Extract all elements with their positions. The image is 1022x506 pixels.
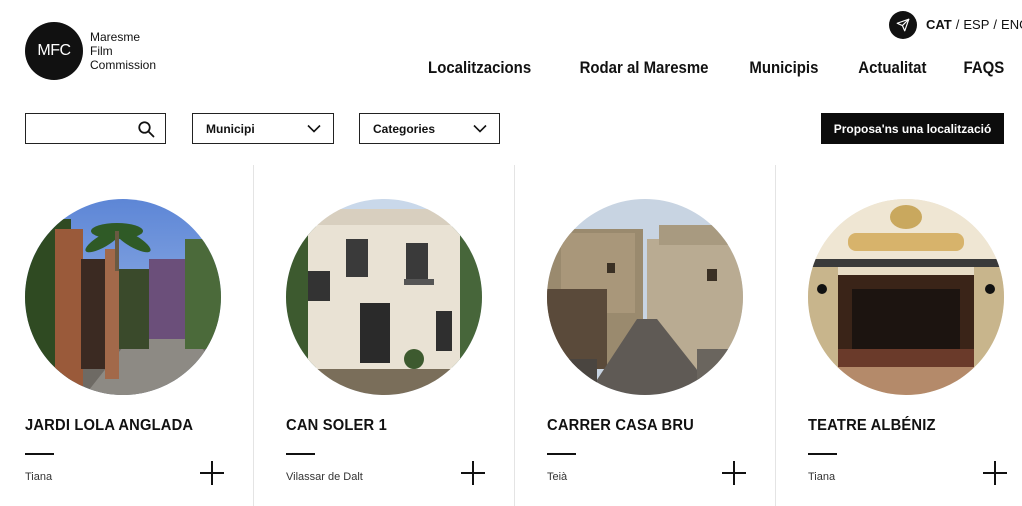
nav-localitzacions[interactable]: Localitzacions xyxy=(428,58,531,78)
chevron-down-icon xyxy=(307,124,321,133)
categories-select-label: Categories xyxy=(373,121,436,136)
paper-plane-icon xyxy=(896,18,910,32)
title-underline xyxy=(808,453,837,455)
logo-line-2: Film xyxy=(90,44,113,58)
location-title[interactable]: JARDI LOLA ANGLADA xyxy=(25,417,193,435)
contact-button[interactable] xyxy=(889,11,917,39)
location-title[interactable]: TEATRE ALBÉNIZ xyxy=(808,417,936,435)
location-card[interactable]: JARDI LOLA ANGLADA Tiana xyxy=(25,165,260,506)
search-input[interactable] xyxy=(26,114,126,143)
municipi-select-label: Municipi xyxy=(206,121,255,136)
municipi-select[interactable]: Municipi xyxy=(192,113,334,144)
search-box xyxy=(25,113,166,144)
site-logo[interactable]: MFC Maresme Film Commission xyxy=(25,22,156,80)
garden-photo-image xyxy=(25,199,221,395)
location-town: Tiana xyxy=(808,471,836,483)
logo-wordmark: Maresme Film Commission xyxy=(90,30,156,72)
search-icon[interactable] xyxy=(137,120,155,138)
title-underline xyxy=(286,453,315,455)
nav-rodar-al-maresme[interactable]: Rodar al Maresme xyxy=(580,58,709,78)
lang-eng[interactable]: ENG xyxy=(1001,17,1022,32)
lang-separator: / xyxy=(993,17,998,32)
logo-line-1: Maresme xyxy=(90,30,141,44)
categories-select[interactable]: Categories xyxy=(359,113,500,144)
logo-line-3: Commission xyxy=(90,58,157,72)
chevron-down-icon xyxy=(473,124,487,133)
plus-icon[interactable] xyxy=(461,461,485,485)
location-town: Tiana xyxy=(25,471,53,483)
location-card[interactable]: TEATRE ALBÉNIZ Tiana xyxy=(808,165,1022,506)
lang-cat[interactable]: CAT xyxy=(926,17,952,32)
title-underline xyxy=(547,453,576,455)
location-photo[interactable] xyxy=(808,199,1004,395)
plus-icon[interactable] xyxy=(983,461,1007,485)
main-nav: Localitzacions Rodar al Maresme Municipi… xyxy=(414,58,1004,78)
location-town: Teià xyxy=(547,471,568,483)
plus-icon[interactable] xyxy=(200,461,224,485)
lang-separator: / xyxy=(955,17,960,32)
plus-icon[interactable] xyxy=(722,461,746,485)
nav-municipis[interactable]: Municipis xyxy=(749,58,818,78)
lang-esp[interactable]: ESP xyxy=(963,17,989,32)
location-photo[interactable] xyxy=(25,199,221,395)
language-switcher: CAT / ESP / ENG xyxy=(926,17,1022,32)
location-photo[interactable] xyxy=(547,199,743,395)
location-title[interactable]: CAN SOLER 1 xyxy=(286,417,387,435)
location-title[interactable]: CARRER CASA BRU xyxy=(547,417,694,435)
logo-mark: MFC xyxy=(25,22,83,80)
location-card[interactable]: CAN SOLER 1 Vilassar de Dalt xyxy=(286,165,521,506)
theatre-photo-image xyxy=(808,199,1004,395)
nav-faqs[interactable]: FAQS xyxy=(963,58,1004,78)
locations-grid: JARDI LOLA ANGLADA Tiana CAN SOLER 1 Vil… xyxy=(0,165,1022,506)
nav-actualitat[interactable]: Actualitat xyxy=(859,58,927,78)
street-photo-image xyxy=(547,199,743,395)
propose-location-button[interactable]: Proposa'ns una localització xyxy=(821,113,1004,144)
location-card[interactable]: CARRER CASA BRU Teià xyxy=(547,165,782,506)
title-underline xyxy=(25,453,54,455)
house-photo-image xyxy=(286,199,482,395)
location-photo[interactable] xyxy=(286,199,482,395)
location-town: Vilassar de Dalt xyxy=(286,471,363,483)
